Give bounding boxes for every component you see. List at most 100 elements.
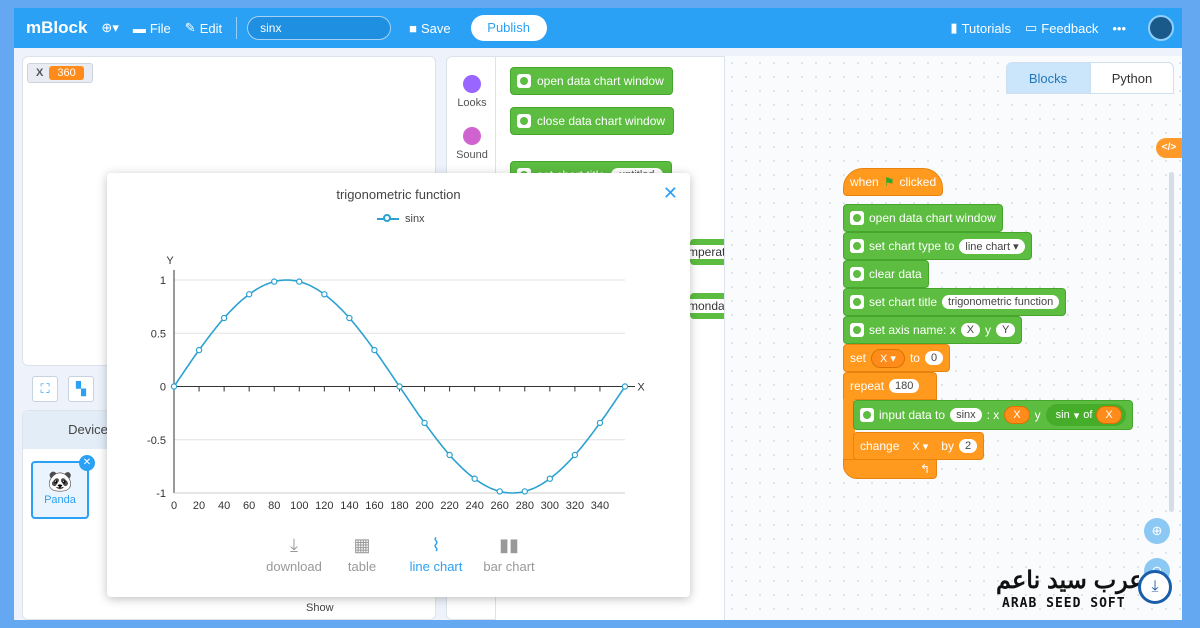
layout-icon[interactable]: ▚ — [68, 376, 94, 402]
download-button[interactable]: ⤓ download — [259, 535, 329, 574]
save-button[interactable]: ■ Save — [409, 21, 451, 36]
set-chart-type-block[interactable]: set chart type to line chart ▾ — [843, 232, 1032, 260]
palette-block-close-chart[interactable]: close data chart window — [510, 107, 675, 135]
data-point — [596, 419, 604, 427]
title-input[interactable]: trigonometric function — [942, 295, 1060, 309]
repeat-block[interactable]: repeat 180 — [843, 372, 937, 400]
tab-python[interactable]: Python — [1090, 62, 1174, 94]
data-point — [621, 383, 629, 390]
top-bar-right: ▮ Tutorials ▭ Feedback ••• — [950, 8, 1174, 48]
feedback-button[interactable]: ▭ Feedback — [1025, 20, 1098, 36]
palette-block-open-chart[interactable]: open data chart window — [510, 67, 673, 95]
zoom-in-icon[interactable]: ⊕ — [1144, 518, 1170, 544]
chevron-down-icon: ▾ — [1073, 409, 1080, 422]
panda-icon: 🐼 — [47, 471, 73, 493]
remove-icon[interactable]: ✕ — [79, 455, 95, 471]
chart-type-dropdown[interactable]: line chart ▾ — [959, 238, 1025, 254]
category-label: Sound — [456, 149, 488, 161]
globe-icon[interactable]: ⊕▾ — [101, 20, 118, 36]
file-label: File — [149, 20, 171, 36]
user-avatar[interactable] — [1148, 15, 1174, 41]
bar-chart-button[interactable]: ▮▮ bar chart — [479, 535, 539, 574]
category-sound[interactable]: Sound — [447, 127, 497, 161]
repeat-block-foot: ↰ — [843, 459, 937, 479]
set-value-input[interactable]: 0 — [924, 351, 944, 365]
action-label: line chart — [409, 559, 463, 574]
line-chart-button[interactable]: ⌇ line chart — [403, 535, 469, 574]
block-label: close data chart window — [537, 114, 666, 128]
divider — [236, 17, 238, 39]
project-name-input[interactable]: sinx — [247, 16, 392, 40]
set-chart-title-block[interactable]: set chart title trigonometric function — [843, 288, 1067, 316]
block-label: clicked — [899, 175, 937, 189]
sin-operator-block[interactable]: sin ▾ of X — [1045, 404, 1126, 426]
folder-icon: ▬ — [132, 20, 146, 36]
show-label: Show — [306, 602, 334, 614]
input-data-block[interactable]: input data to sinx : x X y sin ▾ of X — [853, 400, 1133, 430]
block-label: y — [985, 323, 992, 337]
chat-icon: ▭ — [1024, 20, 1038, 35]
block-label: : x — [986, 408, 1000, 422]
variable-dropdown[interactable]: X ▾ — [904, 437, 937, 455]
table-button[interactable]: ▦ table — [339, 535, 385, 574]
category-looks[interactable]: Looks — [447, 75, 497, 109]
data-point — [271, 278, 278, 285]
data-point — [471, 475, 478, 482]
tab-blocks[interactable]: Blocks — [1006, 62, 1090, 94]
change-variable-block[interactable]: change X ▾ by 2 — [853, 432, 985, 460]
green-flag-icon: ⚑ — [883, 175, 895, 189]
sound-dot-icon — [463, 127, 481, 145]
palette-block-fragment[interactable]: monday — [686, 293, 733, 319]
vertical-scrollbar[interactable] — [1169, 172, 1174, 512]
repeat-count-input[interactable]: 180 — [889, 379, 920, 393]
block-label: open data chart window — [869, 211, 996, 225]
variable-dropdown[interactable]: X ▾ — [871, 348, 905, 368]
block-label: by — [941, 439, 954, 453]
download-icon: ⤓ — [290, 535, 298, 555]
script-area[interactable]: Blocks Python </> ⊕ ⊖ when ⚑ clicked ope… — [724, 56, 1182, 620]
series-input[interactable]: sinx — [950, 408, 982, 422]
data-point — [296, 278, 303, 285]
loop-arrow-icon: ↰ — [919, 462, 930, 476]
chart-extension-icon — [517, 74, 531, 88]
block-label: when — [850, 175, 879, 189]
data-point — [496, 488, 503, 495]
wrench-icon: ✎ — [184, 20, 196, 35]
book-icon: ▮ — [950, 20, 958, 35]
block-label: set chart type to — [869, 239, 955, 253]
device-card-panda[interactable]: 🐼 Panda ✕ — [31, 455, 95, 519]
block-label: to — [909, 351, 920, 365]
change-value-input[interactable]: 2 — [958, 439, 978, 453]
data-point — [170, 383, 178, 390]
x-variable-reporter[interactable]: X — [1004, 406, 1030, 424]
axis-y-input[interactable]: Y — [996, 323, 1016, 337]
axis-x-input[interactable]: X — [960, 323, 981, 337]
x-variable-reporter[interactable]: X — [1096, 406, 1122, 424]
edit-menu[interactable]: ✎ Edit — [185, 20, 222, 36]
code-toggle-icon[interactable]: </> — [1156, 138, 1182, 158]
set-variable-block[interactable]: set X ▾ to 0 — [843, 344, 951, 372]
function-label: sin — [1055, 409, 1070, 421]
y-axis-label: Y — [166, 255, 174, 267]
x-tick-label: 220 — [440, 500, 458, 512]
file-menu[interactable]: ▬ File — [133, 21, 171, 36]
code-view-tabs: Blocks Python — [1006, 62, 1174, 94]
chart-extension-icon — [850, 267, 864, 281]
category-label: Looks — [457, 97, 487, 109]
data-point — [321, 291, 328, 298]
x-tick-label: 0 — [171, 500, 177, 512]
publish-button[interactable]: Publish — [470, 15, 547, 41]
data-point — [521, 488, 528, 495]
palette-block-fragment[interactable]: mperat — [686, 239, 728, 265]
set-axis-name-block[interactable]: set axis name: x X y Y — [843, 316, 1023, 344]
stage-controls: ⛶ ▚ — [32, 376, 94, 402]
tutorials-button[interactable]: ▮ Tutorials — [950, 20, 1011, 36]
fullscreen-icon[interactable]: ⛶ — [32, 376, 58, 402]
x-tick-label: 260 — [491, 500, 509, 512]
variable-monitor: X 360 — [27, 63, 93, 83]
when-flag-clicked-block[interactable]: when ⚑ clicked — [843, 168, 944, 196]
clear-data-block[interactable]: clear data — [843, 260, 929, 288]
more-menu-button[interactable]: ••• — [1112, 21, 1126, 36]
open-chart-block[interactable]: open data chart window — [843, 204, 1003, 232]
watermark-english: ARAB SEED SOFT — [1002, 596, 1126, 611]
